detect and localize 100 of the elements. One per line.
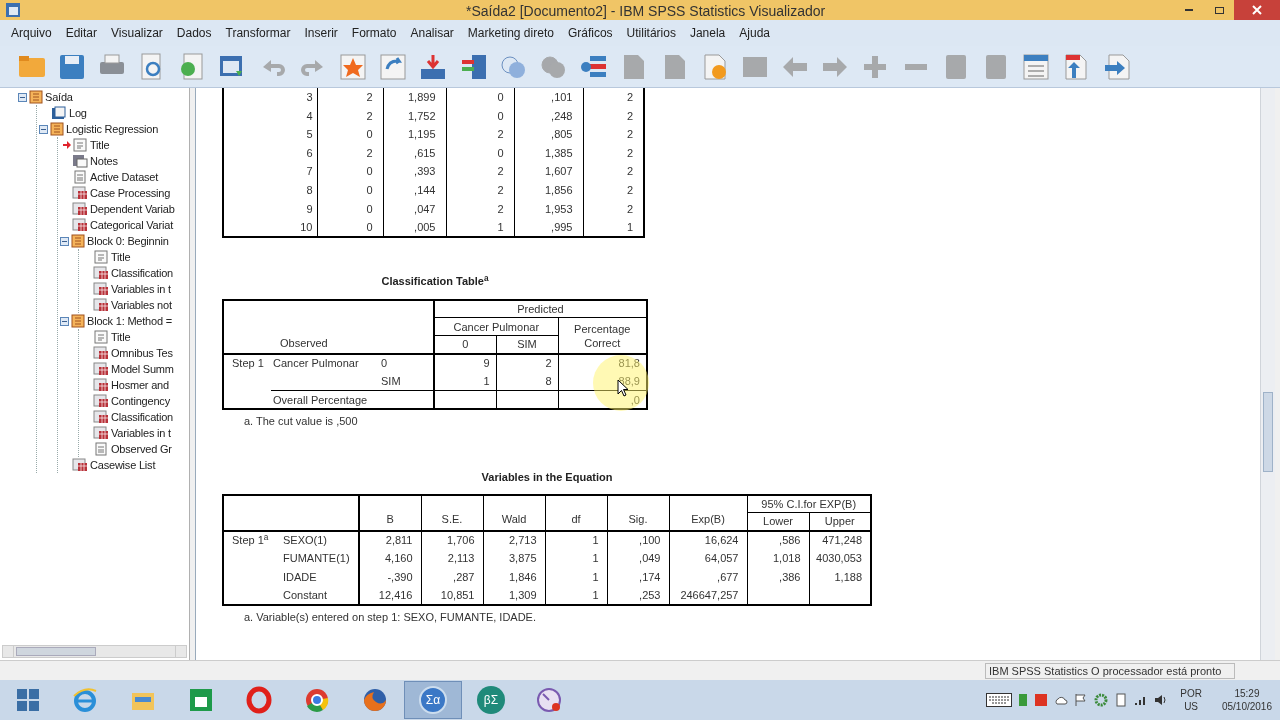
tree-item[interactable]: Notes: [90, 152, 118, 170]
menu-item[interactable]: Formato: [344, 24, 404, 42]
scrollbar-thumb[interactable]: [16, 647, 96, 656]
tree-item[interactable]: Classification: [111, 264, 173, 282]
tree-item[interactable]: Variables in t: [111, 280, 171, 298]
taskbar-button[interactable]: Σα: [404, 681, 462, 719]
tree-item[interactable]: Contingency: [111, 392, 170, 410]
tree-item[interactable]: Title: [90, 136, 110, 154]
menu-item[interactable]: Inserir: [297, 24, 345, 42]
footnote: a. Variable(s) entered on step 1: SEXO, FUMANTE, IDADE.: [243, 609, 537, 625]
close-button[interactable]: [1234, 0, 1280, 20]
row-header: 0: [379, 353, 434, 373]
table-cell: 1: [583, 218, 644, 237]
globe-icon: [361, 686, 389, 714]
menu-item[interactable]: Gráficos: [560, 24, 620, 42]
scrollbar-thumb[interactable]: [1263, 392, 1273, 472]
tree-item[interactable]: Model Summ: [111, 360, 174, 378]
table-cell: ,248: [514, 106, 583, 126]
tree-item[interactable]: Logistic Regression: [66, 120, 159, 138]
column-header: Observed: [279, 336, 329, 352]
row-header: Step 1$^{a}$: [232, 533, 269, 546]
menu-item[interactable]: Dados: [169, 24, 219, 42]
window-title: *Saída2 [Documento2] - IBM SPSS Statistics Visualizador: [466, 2, 826, 21]
table-cell: ,393: [383, 162, 446, 181]
column-header: 95% C.I.for EXP(B): [747, 494, 871, 513]
table-cell: 1: [545, 530, 607, 550]
table-cell: 2: [317, 106, 383, 126]
vertical-scrollbar[interactable]: [1260, 88, 1275, 660]
book-icon: [71, 314, 85, 328]
tree-item[interactable]: Variables not: [111, 296, 172, 314]
column-header: Cancer Pulmonar: [434, 317, 558, 336]
table-cell: ,995: [514, 218, 583, 237]
table-cell: 246647,257: [669, 586, 747, 605]
table-icon: [93, 346, 109, 360]
tree-item[interactable]: Title: [111, 328, 131, 346]
tree-item[interactable]: Casewise List: [90, 456, 156, 474]
menu-item[interactable]: Editar: [58, 24, 105, 42]
table-icon: [93, 266, 109, 280]
table-cell: 2,113: [421, 549, 483, 568]
menu-item[interactable]: Marketing direto: [460, 24, 561, 42]
table-cell: 2: [583, 199, 644, 219]
table-cell: 1: [545, 567, 607, 587]
ring-icon: [245, 686, 273, 714]
language-indicator[interactable]: POR: [1180, 687, 1202, 700]
keyboard-layout[interactable]: US: [1184, 700, 1199, 713]
table-cell: 10: [223, 218, 317, 237]
table-cell: 0: [446, 143, 514, 163]
table-cell: 1: [434, 372, 496, 391]
horizontal-scrollbar[interactable]: [2, 645, 187, 658]
table-cell: 0: [317, 218, 383, 237]
tree-item[interactable]: Log: [69, 104, 87, 122]
close-icon: [1252, 5, 1262, 15]
tree-item[interactable]: Title: [111, 248, 131, 266]
tree-item[interactable]: Observed Gr: [111, 440, 172, 458]
row-header: Constant: [279, 586, 359, 605]
menu-item[interactable]: Utilitários: [619, 24, 683, 42]
collapse-toggle[interactable]: [18, 92, 27, 102]
tree-item[interactable]: Dependent Variab: [90, 200, 175, 218]
table-cell: 81,8: [558, 353, 647, 373]
table-cell: ,386: [747, 567, 809, 587]
menu-item[interactable]: Transformar: [218, 24, 298, 42]
tree-item[interactable]: Block 1: Method =: [87, 312, 172, 330]
menu-item[interactable]: Analisar: [403, 24, 461, 42]
table-cell: 2: [446, 199, 514, 219]
table-cell: 1: [545, 549, 607, 568]
tree-item[interactable]: Active Dataset: [90, 168, 159, 186]
tree-item[interactable]: Variables in t: [111, 424, 171, 442]
table-cell: 3: [223, 88, 317, 107]
menu-item[interactable]: Arquivo: [4, 24, 59, 42]
menu-item[interactable]: Visualizar: [104, 24, 170, 42]
app-icon: Σα: [419, 686, 447, 714]
table-cell: 0: [446, 106, 514, 126]
book-icon: [71, 234, 85, 248]
tree-item[interactable]: Hosmer and: [111, 376, 169, 394]
table-cell: ,253: [607, 586, 669, 605]
row-header: Step 1: [223, 353, 271, 373]
collapse-toggle[interactable]: [60, 316, 69, 326]
minus-icon: [903, 62, 928, 71]
tree-item[interactable]: Saída: [45, 88, 73, 106]
menu-item[interactable]: Ajuda: [732, 24, 777, 42]
column-header: B: [359, 494, 421, 531]
tree-item[interactable]: Case Processing: [90, 184, 171, 202]
table-cell: 1,899: [383, 88, 446, 107]
table-cell: 9: [223, 199, 317, 219]
tree-item[interactable]: Omnibus Tes: [111, 344, 173, 362]
cloud-icon: [1054, 695, 1069, 705]
tree-item[interactable]: Classification: [111, 408, 173, 426]
tree-item[interactable]: Categorical Variat: [90, 216, 173, 234]
cursor-highlight: [593, 355, 649, 411]
title-icon: [72, 138, 88, 152]
table-title: Classification Table$^{a}$: [381, 274, 489, 287]
menu-item[interactable]: Janela: [682, 24, 733, 42]
tree-item[interactable]: Block 0: Beginnin: [87, 232, 169, 250]
table-cell: 2: [496, 353, 558, 373]
collapse-toggle[interactable]: [39, 124, 48, 134]
taskbar-button[interactable]: βΣ: [462, 681, 520, 719]
row-header: IDADE: [279, 567, 359, 587]
row-header: SEXO(1): [279, 530, 359, 550]
collapse-toggle[interactable]: [60, 236, 69, 246]
clock-time: 15:29: [1234, 687, 1260, 700]
